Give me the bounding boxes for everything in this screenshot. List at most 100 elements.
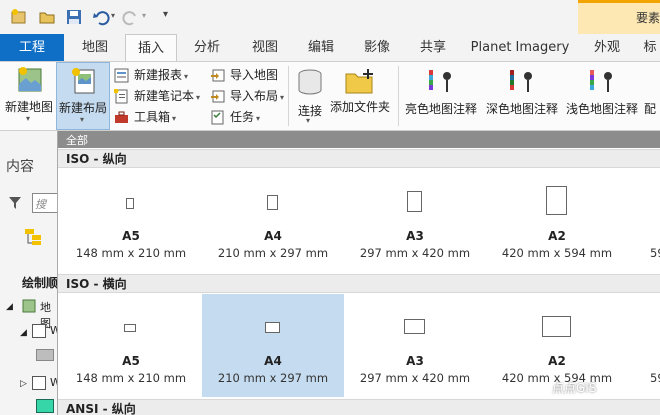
layout-size: 148 mm x 210 mm [75, 246, 187, 260]
task-label: 任务 [230, 110, 255, 124]
import-layout-button[interactable]: 导入布局 ▾ [210, 87, 284, 106]
import-layout-label: 导入布局 [230, 89, 279, 103]
undo-dropdown-icon[interactable]: ▾ [111, 11, 115, 20]
ribbon-separator [288, 66, 289, 126]
ribbon-tabs: 工程 地图 插入 分析 视图 编辑 影像 共享 Planet Imagery 外… [0, 34, 660, 62]
import-map-button[interactable]: 导入地图 [210, 66, 278, 85]
connect-dropdown-icon: ▾ [306, 116, 311, 125]
new-layout-label: 新建布局 [58, 101, 107, 115]
layout-name: A3 [406, 229, 424, 243]
bright-annotation-icon [429, 70, 451, 92]
layout-option-a4-landscape[interactable]: A4 210 mm x 297 mm [202, 294, 344, 397]
layout-name: A4 [264, 354, 282, 368]
layout-option-landscape-partial[interactable]: 59 [628, 294, 660, 397]
layout-option-a3-landscape[interactable]: A3 297 mm x 420 mm [344, 294, 486, 397]
layout-option-a4-portrait[interactable]: A4 210 mm x 297 mm [202, 169, 344, 272]
map-icon [22, 299, 36, 313]
new-report-button[interactable]: 新建报表 ▾ [114, 66, 188, 85]
layer-checkbox[interactable] [32, 376, 46, 390]
contextual-tab-label: 要素 [636, 11, 660, 25]
tab-edit[interactable]: 编辑 [298, 34, 344, 61]
new-notebook-button[interactable]: 新建笔记本 ▾ [114, 87, 200, 106]
section-header-iso-landscape: ISO - 横向 [58, 274, 660, 293]
tab-insert[interactable]: 插入 [125, 34, 177, 62]
new-map-icon [18, 67, 42, 92]
new-map-label: 新建地图 [4, 100, 53, 114]
tab-imagery[interactable]: 影像 [354, 34, 400, 61]
database-icon [298, 69, 322, 95]
contents-pane: 内容 搜索 绘制顺 ◢ 地图 ◢ W ▷ W [0, 131, 61, 415]
tab-share[interactable]: 共享 [410, 34, 456, 61]
section-header-iso-portrait: ISO - 纵向 [58, 149, 660, 168]
dark-annotation-button[interactable]: 深色地图注释 [482, 62, 562, 130]
import-layout-icon [211, 90, 225, 103]
layout-name: A5 [122, 229, 140, 243]
layout-gallery: 全部 ISO - 纵向 A5 148 mm x 210 mm A4 210 mm… [57, 131, 660, 415]
new-map-dropdown-icon: ▾ [26, 114, 31, 123]
bright-annotation-button[interactable]: 亮色地图注释 [403, 62, 479, 130]
tab-label[interactable]: 标 [640, 34, 660, 61]
add-folder-label: 添加文件夹 [330, 100, 391, 114]
toolbox-label: 工具箱 [134, 110, 171, 124]
new-layout-button[interactable]: 新建布局 ▾ [56, 62, 110, 130]
contents-search-input[interactable]: 搜索 [32, 193, 58, 213]
new-project-icon[interactable] [10, 8, 28, 26]
new-report-label: 新建报表 [134, 68, 183, 82]
quick-access-toolbar: ▾ ▾ ▾ 要素 [0, 0, 660, 34]
list-by-drawing-order-icon[interactable] [24, 228, 46, 246]
redo-icon[interactable] [122, 8, 140, 26]
tab-view[interactable]: 视图 [242, 34, 288, 61]
save-icon[interactable] [65, 8, 83, 26]
task-icon [211, 110, 224, 125]
page-thumbnail [546, 186, 567, 215]
layout-name: A5 [122, 354, 140, 368]
layout-size: 297 mm x 420 mm [359, 246, 471, 260]
layout-option-a5-portrait[interactable]: A5 148 mm x 210 mm [60, 169, 202, 272]
layout-option-a3-portrait[interactable]: A3 297 mm x 420 mm [344, 169, 486, 272]
contextual-tab-strip: 要素 [578, 0, 660, 34]
notebook-icon [114, 89, 128, 104]
light-annotation-button[interactable]: 浅色地图注释 [564, 62, 640, 130]
ribbon-insert: 新建地图 ▾ 新建布局 ▾ 新建报表 ▾ 新建笔记本 ▾ 工具箱 ▾ 导入地图 导入布… [0, 61, 660, 131]
tab-map[interactable]: 地图 [72, 34, 118, 61]
task-button[interactable]: 任务 ▾ [210, 108, 260, 127]
layout-size: 59 [650, 246, 660, 260]
layout-option-portrait-partial[interactable]: 59 [628, 169, 660, 272]
page-thumbnail [126, 198, 134, 209]
open-project-icon[interactable] [38, 8, 56, 26]
layout-size: 420 mm x 594 mm [501, 246, 613, 260]
drawing-order-label: 绘制顺 [22, 276, 59, 290]
filter-icon[interactable] [8, 196, 22, 210]
toolbox-button[interactable]: 工具箱 ▾ [114, 108, 176, 127]
ribbon-separator [398, 66, 399, 126]
layout-size: 148 mm x 210 mm [75, 371, 187, 385]
add-folder-button[interactable]: 添加文件夹 [330, 62, 390, 130]
tab-analysis[interactable]: 分析 [184, 34, 230, 61]
tab-project[interactable]: 工程 [0, 34, 64, 61]
layout-option-a2-portrait[interactable]: A2 420 mm x 594 mm [486, 169, 628, 272]
gallery-filter-bar: 全部 [58, 131, 660, 148]
customize-toolbar-icon[interactable]: ▾ [163, 9, 168, 20]
tab-planet-imagery[interactable]: Planet Imagery [470, 34, 570, 61]
new-map-button[interactable]: 新建地图 ▾ [4, 62, 54, 130]
bright-annotation-label: 亮色地图注释 [404, 102, 477, 116]
light-annotation-label: 浅色地图注释 [565, 102, 638, 116]
toolbox-icon [115, 111, 128, 123]
more-annotation-button[interactable]: 配 [644, 62, 660, 130]
undo-icon[interactable] [92, 8, 110, 26]
layout-option-a5-landscape[interactable]: A5 148 mm x 210 mm [60, 294, 202, 397]
expand-map-icon[interactable]: ◢ [6, 302, 13, 312]
expand-layer-icon[interactable]: ◢ [20, 328, 27, 338]
redo-dropdown-icon[interactable]: ▾ [142, 11, 146, 20]
collapse-layer-icon[interactable]: ▷ [20, 379, 27, 389]
layer-checkbox[interactable] [32, 324, 46, 338]
page-thumbnail [124, 324, 136, 332]
section-header-ansi-portrait: ANSI - 纵向 [58, 399, 660, 415]
page-thumbnail [542, 316, 571, 337]
page-thumbnail [265, 322, 280, 333]
layout-size: 210 mm x 297 mm [217, 246, 329, 260]
gallery-filter-label[interactable]: 全部 [66, 132, 88, 148]
connect-button[interactable]: 连接 ▾ [292, 62, 328, 130]
import-map-label: 导入地图 [230, 68, 279, 82]
tab-appearance[interactable]: 外观 [584, 34, 630, 61]
